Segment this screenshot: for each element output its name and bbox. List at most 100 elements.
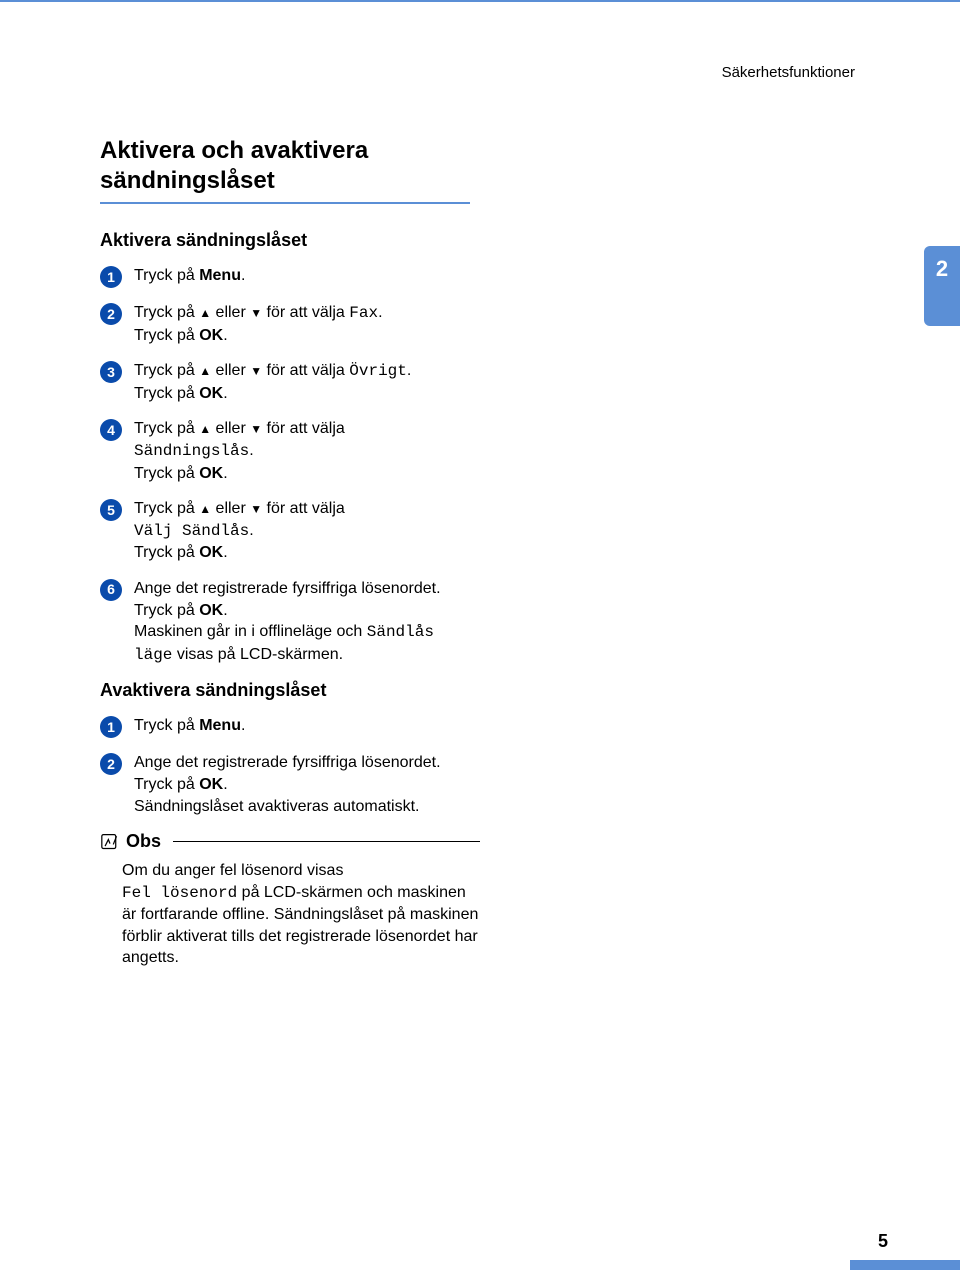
page: Säkerhetsfunktioner Aktivera och avaktiv… — [0, 2, 960, 969]
text: eller — [211, 362, 250, 379]
note-block: Obs Om du anger fel lösenord visas Fel l… — [100, 831, 480, 969]
step: 4 Tryck på ▲ eller ▼ för att välja Sändni… — [100, 418, 480, 484]
text: . — [249, 522, 253, 539]
monospace-text: Sändningslås — [134, 442, 249, 460]
step-body: Ange det registrerade fyrsiffriga löseno… — [134, 578, 480, 666]
text: . — [223, 544, 227, 561]
arrow-down-icon: ▼ — [250, 422, 262, 436]
monospace-text: Fax — [349, 304, 378, 322]
bold-text: OK — [199, 776, 223, 793]
section-activate-title: Aktivera sändningslåset — [100, 230, 480, 251]
text: Tryck på — [134, 544, 199, 561]
arrow-up-icon: ▲ — [199, 364, 211, 378]
bold-text: OK — [199, 602, 223, 619]
text: . — [249, 442, 253, 459]
steps-activate: 1 Tryck på Menu. 2 Tryck på ▲ eller ▼ för a… — [100, 265, 480, 666]
step: 2 Ange det registrerade fyrsiffriga lösen… — [100, 752, 480, 817]
text: för att välja — [262, 304, 349, 321]
steps-deactivate: 1 Tryck på Menu. 2 Ange det registrerade fy… — [100, 715, 480, 817]
text: . — [223, 327, 227, 344]
text: . — [241, 267, 245, 284]
step-number-bullet: 5 — [100, 499, 122, 521]
text: för att välja — [262, 500, 345, 517]
step-number-bullet: 1 — [100, 716, 122, 738]
step-body: Tryck på ▲ eller ▼ för att välja Välj Sä… — [134, 498, 480, 564]
text: Tryck på — [134, 420, 199, 437]
arrow-up-icon: ▲ — [199, 502, 211, 516]
text: för att välja — [262, 420, 345, 437]
bold-text: OK — [199, 327, 223, 344]
text: Om du anger fel lösenord visas — [122, 862, 343, 879]
chapter-tab: 2 — [924, 246, 960, 326]
text: . — [223, 602, 227, 619]
step-body: Tryck på Menu. — [134, 265, 480, 288]
text: Tryck på — [134, 500, 199, 517]
text: Tryck på — [134, 327, 199, 344]
bold-text: Menu — [199, 267, 241, 284]
note-divider — [173, 841, 480, 842]
text: . — [241, 717, 245, 734]
step: 1 Tryck på Menu. — [100, 265, 480, 288]
step: 6 Ange det registrerade fyrsiffriga lösen… — [100, 578, 480, 666]
note-title: Obs — [126, 831, 161, 852]
step-number-bullet: 3 — [100, 361, 122, 383]
text: . — [378, 304, 382, 321]
note-body: Om du anger fel lösenord visas Fel lösen… — [100, 860, 480, 969]
text: Ange det registrerade fyrsiffriga löseno… — [134, 754, 441, 771]
step: 3 Tryck på ▲ eller ▼ för att välja Övrigt… — [100, 360, 480, 404]
arrow-down-icon: ▼ — [250, 364, 262, 378]
section-deactivate-title: Avaktivera sändningslåset — [100, 680, 480, 701]
page-heading: Aktivera och avaktivera sändningslåset — [100, 136, 480, 196]
bold-text: OK — [199, 465, 223, 482]
text: för att välja — [262, 362, 349, 379]
arrow-up-icon: ▲ — [199, 306, 211, 320]
text: eller — [211, 500, 250, 517]
step-number-bullet: 6 — [100, 579, 122, 601]
note-head: Obs — [100, 831, 480, 852]
text: Tryck på — [134, 362, 199, 379]
text: Tryck på — [134, 304, 199, 321]
text: . — [223, 465, 227, 482]
arrow-down-icon: ▼ — [250, 306, 262, 320]
step-number-bullet: 2 — [100, 753, 122, 775]
step: 1 Tryck på Menu. — [100, 715, 480, 738]
text: . — [223, 776, 227, 793]
step-number-bullet: 4 — [100, 419, 122, 441]
step: 2Tryck på ▲ eller ▼ för att välja Fax.Tr… — [100, 302, 480, 346]
text: . — [223, 385, 227, 402]
text: eller — [211, 420, 250, 437]
step-number-bullet: 1 — [100, 266, 122, 288]
note-icon — [100, 833, 120, 851]
text: Tryck på — [134, 385, 199, 402]
text: Tryck på — [134, 465, 199, 482]
text: Tryck på — [134, 267, 199, 284]
step: 5 Tryck på ▲ eller ▼ för att välja Välj S… — [100, 498, 480, 564]
step-body: Ange det registrerade fyrsiffriga löseno… — [134, 752, 480, 817]
step-body: Tryck på Menu. — [134, 715, 480, 738]
step-body: Tryck på ▲ eller ▼ för att välja Sändnin… — [134, 418, 480, 484]
text: Tryck på — [134, 602, 199, 619]
running-head: Säkerhetsfunktioner — [722, 64, 855, 81]
text: Maskinen går in i offlineläge och — [134, 623, 367, 640]
heading-underline — [100, 202, 470, 204]
bold-text: OK — [199, 385, 223, 402]
text: . — [407, 362, 411, 379]
monospace-text: Välj Sändlås — [134, 522, 249, 540]
page-number-bar — [850, 1260, 960, 1270]
text: eller — [211, 304, 250, 321]
text: Tryck på — [134, 717, 199, 734]
text: Ange det registrerade fyrsiffriga löseno… — [134, 580, 441, 597]
bold-text: OK — [199, 544, 223, 561]
monospace-text: Fel lösenord — [122, 884, 237, 902]
step-body: Tryck på ▲ eller ▼ för att välja Fax. Try… — [134, 302, 480, 346]
text: Tryck på — [134, 776, 199, 793]
step-body: Tryck på ▲ eller ▼ för att välja Övrigt.… — [134, 360, 480, 404]
content-column: Aktivera och avaktivera sändningslåset A… — [100, 136, 480, 969]
arrow-down-icon: ▼ — [250, 502, 262, 516]
step-number-bullet: 2 — [100, 303, 122, 325]
page-number: 5 — [878, 1231, 888, 1252]
bold-text: Menu — [199, 717, 241, 734]
text: visas på LCD-skärmen. — [172, 646, 343, 663]
arrow-up-icon: ▲ — [199, 422, 211, 436]
text: Sändningslåset avaktiveras automatiskt. — [134, 798, 419, 815]
